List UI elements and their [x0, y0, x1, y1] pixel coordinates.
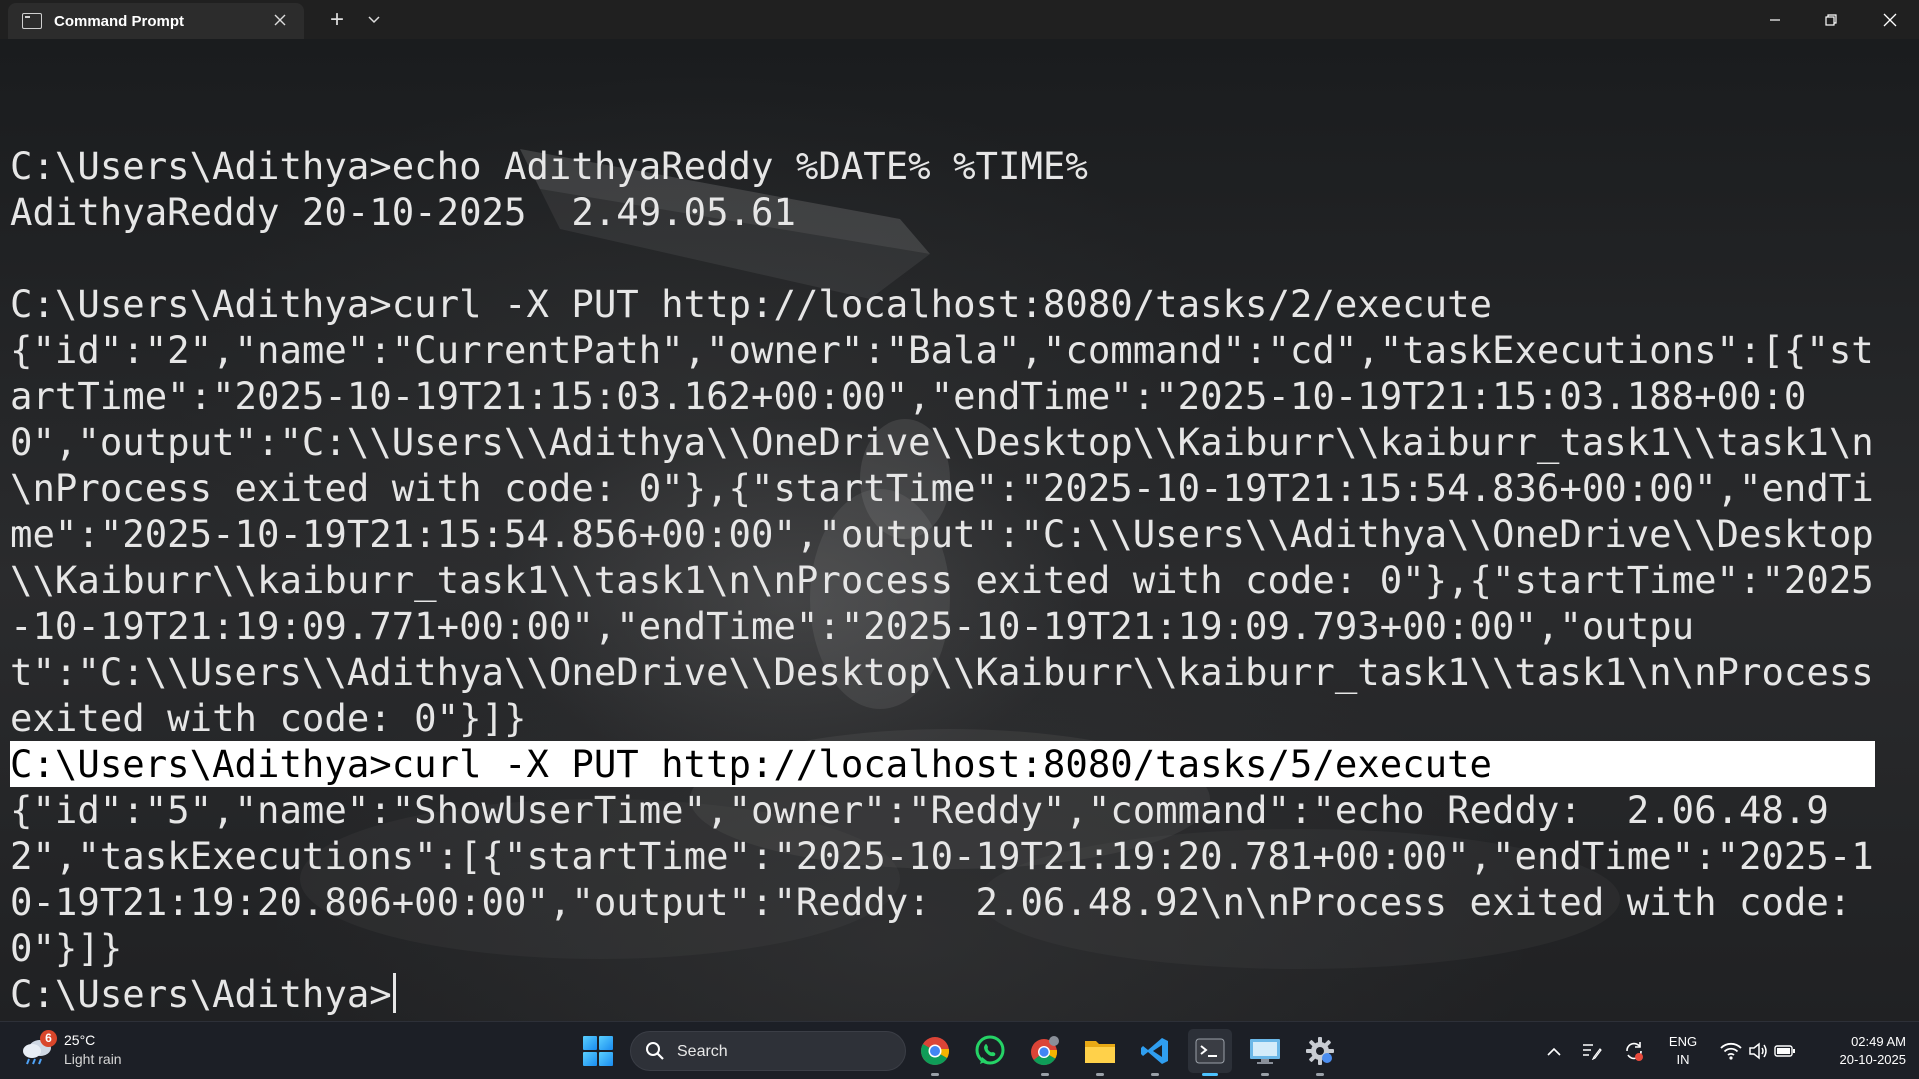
running-indicator [1096, 1073, 1104, 1076]
running-indicator [1041, 1073, 1049, 1076]
taskbar-app-chrome[interactable] [913, 1029, 957, 1076]
tab-dropdown-button[interactable] [360, 5, 388, 35]
terminal-line: C:\Users\Adithya>curl -X PUT http://loca… [10, 282, 1493, 326]
language-indicator[interactable]: ENG IN [1663, 1033, 1703, 1069]
terminal-line-selected: C:\Users\Adithya>curl -X PUT http://loca… [10, 741, 1875, 787]
restore-button[interactable] [1803, 0, 1859, 39]
clock-date: 20-10-2025 [1839, 1052, 1907, 1067]
running-indicator [1316, 1073, 1324, 1076]
region-code: IN [1676, 1052, 1690, 1067]
show-hidden-icons-button[interactable] [1542, 1022, 1566, 1079]
close-tab-button[interactable] [268, 9, 292, 33]
close-window-button[interactable] [1862, 0, 1918, 39]
terminal-line: {"id":"2","name":"CurrentPath","owner":"… [10, 328, 1897, 740]
running-indicator [1261, 1073, 1269, 1076]
running-indicator [1202, 1073, 1218, 1076]
whatsapp-icon [975, 1035, 1005, 1065]
close-icon [1883, 13, 1897, 26]
tray-pen-menu[interactable] [1578, 1022, 1606, 1079]
taskbar-app-file-explorer[interactable] [1078, 1029, 1122, 1076]
chrome-profile-icon [1031, 1036, 1059, 1066]
weather-desc: Light rain [64, 1051, 122, 1067]
tab-title: Command Prompt [54, 12, 185, 30]
taskbar-app-whatsapp[interactable] [968, 1029, 1012, 1073]
tab-command-prompt[interactable]: Command Prompt [8, 3, 304, 39]
clock-time: 02:49 AM [1851, 1034, 1906, 1049]
terminal-line: {"id":"5","name":"ShowUserTime","owner":… [10, 788, 1874, 970]
close-icon [274, 14, 286, 26]
windows-logo-pane [583, 1036, 597, 1050]
terminal-line: C:\Users\Adithya>echo AdithyaReddy %DATE… [10, 144, 1088, 188]
running-indicator [931, 1073, 939, 1076]
weather-widget[interactable]: 6 25°C Light rain [20, 1030, 150, 1074]
title-bar: Command Prompt + [0, 0, 1919, 39]
sync-icon [1626, 1042, 1643, 1061]
wifi-icon [1720, 1042, 1742, 1060]
taskbar-app-chrome-profile[interactable] [1023, 1029, 1067, 1076]
taskbar-app-settings[interactable] [1298, 1029, 1342, 1076]
volume-icon [1749, 1042, 1767, 1060]
taskbar-search[interactable]: Search [630, 1031, 906, 1071]
minimize-button[interactable] [1747, 0, 1803, 39]
weather-badge: 6 [40, 1030, 57, 1047]
running-indicator [1151, 1073, 1159, 1076]
chevron-down-icon [368, 16, 380, 23]
clock[interactable]: 02:49 AM 20-10-2025 [1810, 1033, 1907, 1069]
vscode-icon [1141, 1038, 1168, 1064]
taskbar-app-remote-desktop[interactable] [1243, 1029, 1287, 1076]
terminal-output[interactable]: C:\Users\Adithya>echo AdithyaReddy %DATE… [10, 97, 1875, 1017]
weather-temp: 25°C [64, 1032, 96, 1048]
language-code: ENG [1668, 1034, 1698, 1049]
restore-icon [1825, 13, 1837, 26]
folder-icon [1085, 1041, 1115, 1063]
search-label: Search [677, 1043, 728, 1060]
terminal-prompt-line[interactable]: C:\Users\Adithya> [10, 971, 1875, 1017]
remote-desktop-icon [1250, 1039, 1280, 1064]
chrome-icon [921, 1037, 950, 1065]
text-cursor [392, 973, 396, 1013]
taskbar-app-terminal[interactable] [1188, 1029, 1232, 1076]
battery-icon [1774, 1045, 1795, 1057]
taskbar: 6 25°C Light rain Search ENG IN 02:49 AM… [0, 1021, 1919, 1079]
minimize-icon [1770, 18, 1780, 21]
new-tab-button[interactable]: + [322, 5, 352, 35]
gear-icon [1306, 1037, 1334, 1065]
terminal-prompt: C:\Users\Adithya> [10, 972, 392, 1016]
taskbar-app-vscode[interactable] [1133, 1029, 1177, 1076]
quick-settings-button[interactable] [1716, 1022, 1800, 1079]
cmd-icon [22, 13, 42, 29]
start-button[interactable] [583, 1036, 613, 1066]
terminal-icon [1195, 1038, 1225, 1064]
terminal-pane[interactable]: C:\Users\Adithya>echo AdithyaReddy %DATE… [0, 39, 1919, 1021]
pen-menu-icon [1583, 1044, 1602, 1060]
search-icon [646, 1042, 664, 1060]
tray-sync[interactable] [1620, 1022, 1648, 1079]
chevron-up-icon [1547, 1047, 1561, 1056]
windows-logo-pane [599, 1036, 613, 1050]
windows-logo-pane [599, 1052, 613, 1066]
terminal-line: AdithyaReddy 20-10-2025 2.49.05.61 [10, 190, 796, 234]
windows-logo-pane [583, 1052, 597, 1066]
